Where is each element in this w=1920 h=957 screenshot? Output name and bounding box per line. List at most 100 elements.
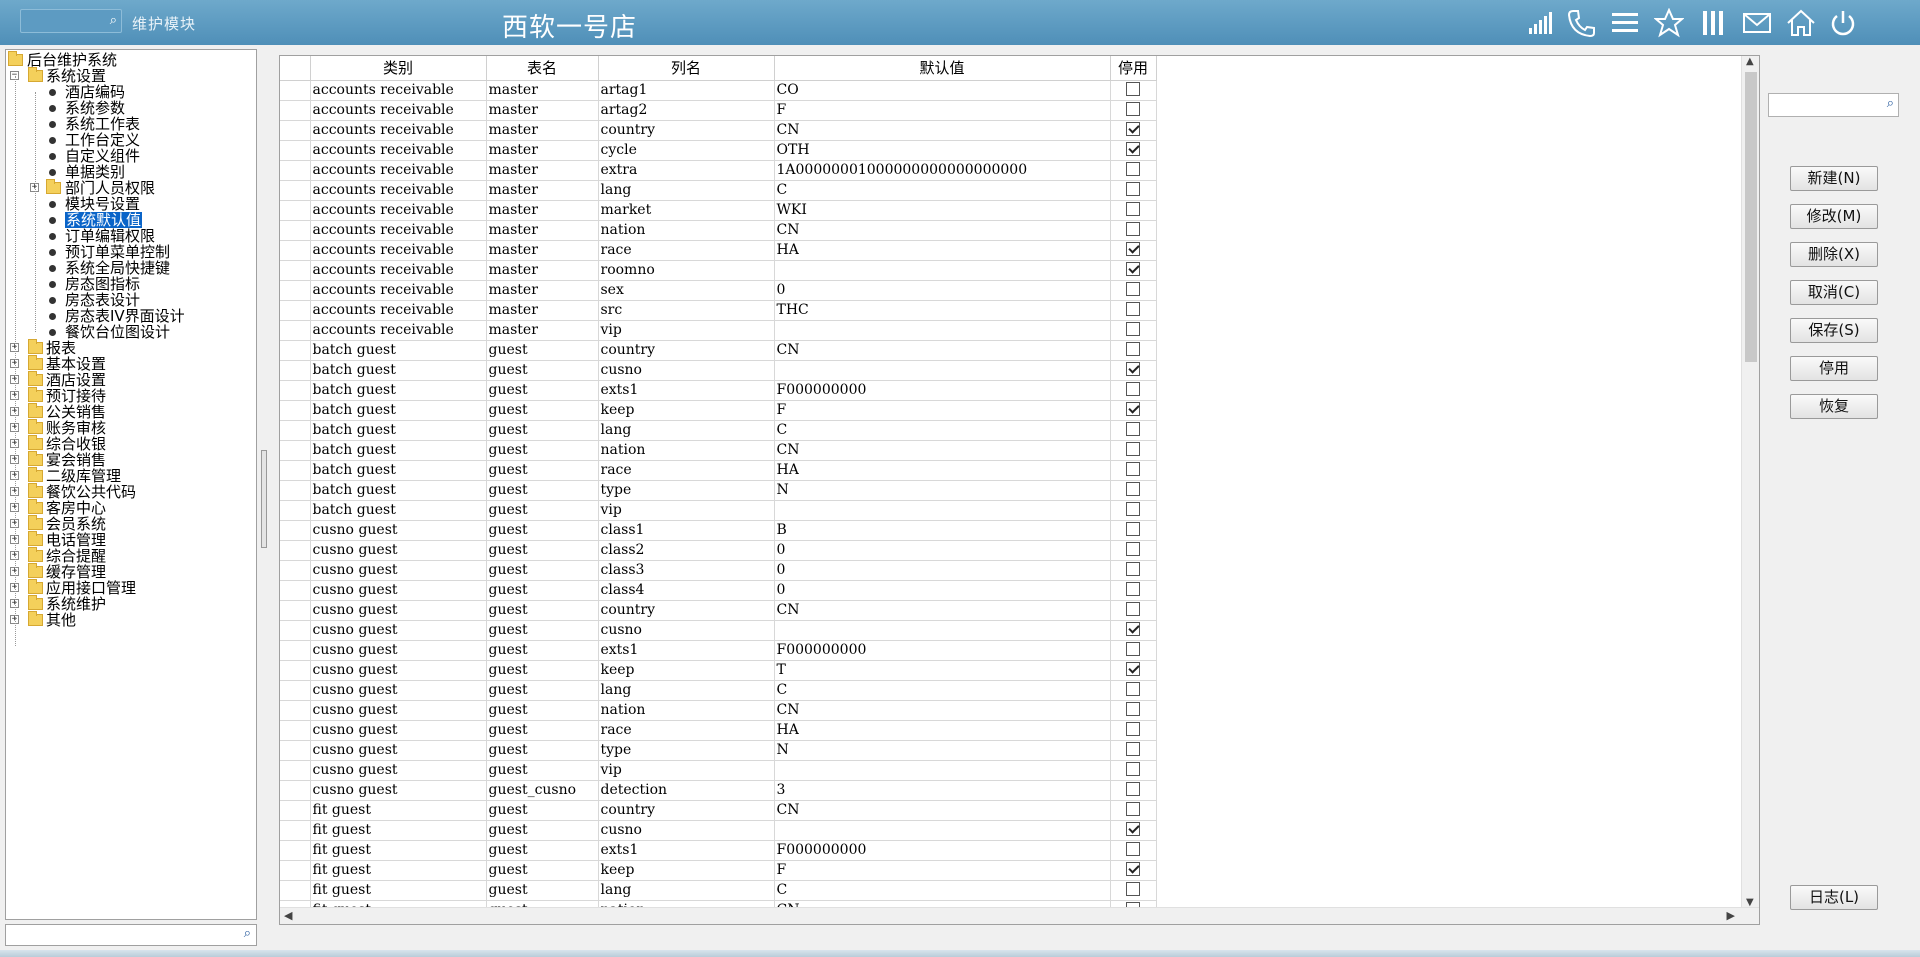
table-cell[interactable]: master (486, 220, 599, 241)
table-cell[interactable]: CN (774, 440, 1111, 461)
table-row[interactable]: cusno guest guest cusno (280, 620, 1157, 641)
tree-folder[interactable]: + 其他 (6, 611, 256, 628)
table-cell[interactable]: F000000000 (774, 840, 1111, 861)
row-header[interactable] (280, 760, 311, 781)
table-row[interactable]: accounts receivable master market WKI (280, 200, 1157, 221)
table-cell[interactable]: CO (774, 80, 1111, 101)
module-search-input[interactable]: ⌕ (20, 9, 122, 33)
table-cell[interactable]: CN (774, 800, 1111, 821)
table-row[interactable]: accounts receivable master sex 0 (280, 280, 1157, 301)
row-header[interactable] (280, 880, 311, 901)
row-header[interactable] (280, 660, 311, 681)
table-cell[interactable]: CN (774, 700, 1111, 721)
table-row[interactable]: batch guest guest keep F (280, 400, 1157, 421)
table-cell[interactable]: B (774, 520, 1111, 541)
disabled-checkbox[interactable] (1126, 181, 1140, 196)
tree-item[interactable]: 系统默认值 (6, 212, 256, 228)
table-cell[interactable]: nation (598, 220, 775, 241)
disabled-checkbox[interactable] (1126, 561, 1140, 576)
table-cell[interactable]: exts1 (598, 640, 775, 661)
table-row[interactable]: cusno guest guest class4 0 (280, 580, 1157, 601)
panel-splitter[interactable] (261, 450, 267, 548)
row-header[interactable] (280, 280, 311, 301)
table-cell[interactable]: guest (486, 500, 599, 521)
row-header[interactable] (280, 380, 311, 401)
tree-item[interactable]: 房态表设计 (6, 292, 256, 308)
table-cell[interactable]: batch guest (310, 340, 487, 361)
table-cell[interactable]: F000000000 (774, 640, 1111, 661)
row-header[interactable] (280, 300, 311, 321)
table-cell[interactable]: country (598, 120, 775, 141)
disabled-checkbox[interactable] (1126, 521, 1140, 536)
table-row[interactable]: fit guest guest country CN (280, 800, 1157, 821)
table-cell[interactable]: keep (598, 400, 775, 421)
scroll-right-icon[interactable]: ▶ (1727, 909, 1735, 922)
table-cell[interactable]: guest (486, 720, 599, 741)
table-cell[interactable]: guest (486, 420, 599, 441)
table-cell[interactable]: accounts receivable (310, 200, 487, 221)
search-icon[interactable]: ⌕ (1887, 96, 1894, 111)
disabled-checkbox[interactable] (1126, 541, 1140, 556)
table-cell[interactable]: guest (486, 380, 599, 401)
table-cell[interactable]: accounts receivable (310, 260, 487, 281)
row-header[interactable] (280, 620, 311, 641)
table-row[interactable]: cusno guest guest_cusno detection 3 (280, 780, 1157, 801)
table-row[interactable]: cusno guest guest country CN (280, 600, 1157, 621)
table-cell[interactable]: N (774, 740, 1111, 761)
disabled-checkbox[interactable] (1126, 321, 1140, 336)
tree-folder[interactable]: + 基本设置 (6, 355, 256, 372)
disabled-checkbox[interactable] (1126, 201, 1140, 216)
tree-folder[interactable]: + 餐饮公共代码 (6, 483, 256, 500)
table-cell[interactable]: cusno guest (310, 660, 487, 681)
table-row[interactable]: accounts receivable master artag1 CO (280, 80, 1157, 101)
row-header[interactable] (280, 480, 311, 501)
table-cell[interactable]: F (774, 400, 1111, 421)
table-row[interactable]: accounts receivable master artag2 F (280, 100, 1157, 121)
table-cell[interactable] (774, 620, 1111, 641)
table-cell[interactable]: accounts receivable (310, 80, 487, 101)
table-cell[interactable]: class3 (598, 560, 775, 581)
disabled-checkbox[interactable] (1126, 621, 1140, 636)
table-cell[interactable]: accounts receivable (310, 100, 487, 121)
table-cell[interactable]: batch guest (310, 480, 487, 501)
power-icon[interactable] (1828, 8, 1858, 38)
table-cell[interactable]: 3 (774, 780, 1111, 801)
table-row[interactable]: batch guest guest lang C (280, 420, 1157, 441)
table-cell[interactable]: guest (486, 580, 599, 601)
disabled-checkbox[interactable] (1126, 141, 1140, 156)
table-cell[interactable]: guest (486, 820, 599, 841)
table-cell[interactable]: vip (598, 500, 775, 521)
scroll-up-icon[interactable]: ▲ (1746, 56, 1754, 67)
tree-item[interactable]: 模块号设置 (6, 196, 256, 212)
table-cell[interactable]: class1 (598, 520, 775, 541)
mail-icon[interactable] (1742, 8, 1772, 38)
row-header[interactable] (280, 640, 311, 661)
disabled-checkbox[interactable] (1126, 261, 1140, 276)
table-cell[interactable]: batch guest (310, 440, 487, 461)
disabled-checkbox[interactable] (1126, 401, 1140, 416)
table-cell[interactable]: nation (598, 700, 775, 721)
table-cell[interactable]: master (486, 80, 599, 101)
table-cell[interactable]: guest (486, 660, 599, 681)
save-button[interactable]: 保存(S) (1790, 318, 1878, 343)
table-cell[interactable]: 0 (774, 540, 1111, 561)
horizontal-scrollbar[interactable]: ◀ ▶ (280, 907, 1759, 924)
table-cell[interactable]: country (598, 800, 775, 821)
table-cell[interactable]: country (598, 340, 775, 361)
table-cell[interactable]: guest (486, 400, 599, 421)
table-cell[interactable]: master (486, 260, 599, 281)
table-cell[interactable]: batch guest (310, 420, 487, 441)
table-cell[interactable]: guest (486, 520, 599, 541)
table-cell[interactable]: cusno guest (310, 580, 487, 601)
table-cell[interactable]: master (486, 180, 599, 201)
table-cell[interactable]: guest (486, 700, 599, 721)
tree-folder[interactable]: + 部门人员权限 (6, 179, 256, 196)
table-cell[interactable]: artag2 (598, 100, 775, 121)
disabled-checkbox[interactable] (1126, 281, 1140, 296)
row-header[interactable] (280, 400, 311, 421)
table-row[interactable]: cusno guest guest class3 0 (280, 560, 1157, 581)
table-cell[interactable]: master (486, 140, 599, 161)
row-header[interactable] (280, 460, 311, 481)
table-cell[interactable]: roomno (598, 260, 775, 281)
table-cell[interactable]: C (774, 420, 1111, 441)
